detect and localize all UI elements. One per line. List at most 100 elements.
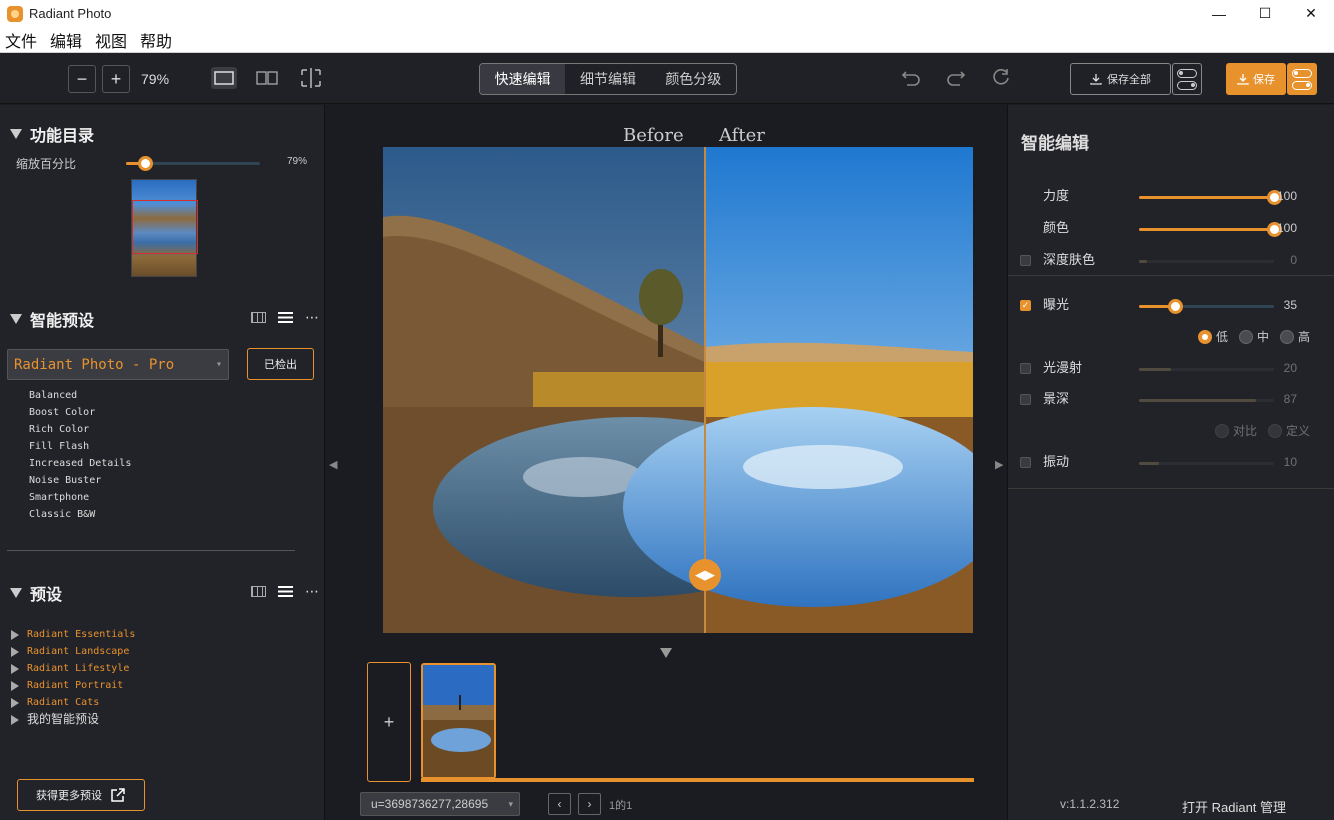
detect-button[interactable]: 已检出	[247, 348, 314, 380]
menu-edit[interactable]: 编辑	[50, 28, 82, 52]
zoom-out-button[interactable]: −	[68, 65, 96, 93]
prev-image-button[interactable]: ‹	[548, 793, 571, 815]
redo-icon[interactable]	[945, 66, 967, 88]
grid-view-icon[interactable]	[251, 312, 266, 323]
adjustment-slider[interactable]	[1139, 190, 1282, 205]
grid-view-icon[interactable]	[251, 586, 266, 597]
filmstrip-toggle-icon[interactable]	[660, 648, 672, 658]
zoom-in-button[interactable]: +	[102, 65, 130, 93]
desert-lake-photo	[383, 147, 973, 633]
save-all-label: 保存全部	[1107, 74, 1151, 86]
adjustment-slider[interactable]	[1139, 299, 1274, 314]
list-item[interactable]: Increased Details	[29, 455, 131, 472]
list-item[interactable]: Rich Color	[29, 421, 131, 438]
radio-label: 定义	[1286, 424, 1311, 438]
minimize-button[interactable]: —	[1196, 0, 1242, 27]
folder-radiant-portrait[interactable]: Radiant Portrait	[11, 677, 135, 694]
folder-radiant-lifestyle[interactable]: Radiant Lifestyle	[11, 660, 135, 677]
radio-icon	[1239, 329, 1253, 344]
exposure-low-radio[interactable]: 低	[1198, 328, 1228, 345]
zoom-percent-slider[interactable]	[126, 156, 260, 171]
filmstrip-scrollbar[interactable]	[421, 778, 974, 782]
adjustment-slider[interactable]	[1139, 260, 1274, 263]
filmstrip-thumbnail[interactable]	[421, 663, 496, 779]
adjustment-slider[interactable]	[1139, 368, 1274, 371]
slider-fill	[1139, 228, 1274, 231]
before-after-slider-icon[interactable]	[298, 67, 324, 89]
catalog-section-header[interactable]: 功能目录	[10, 122, 94, 146]
list-item[interactable]: Balanced	[29, 387, 131, 404]
get-more-presets-button[interactable]: 获得更多预设	[17, 779, 145, 811]
collapse-left-panel-icon[interactable]: ◀	[329, 458, 337, 471]
next-image-button[interactable]: ›	[578, 793, 601, 815]
list-item[interactable]: Boost Color	[29, 404, 131, 421]
navigator-viewport-frame[interactable]	[132, 200, 198, 254]
save-all-options-toggle-icon[interactable]	[1172, 63, 1202, 95]
zoom-percent-value: 79%	[287, 156, 308, 167]
center-canvas: ◀ ▶ Before After ◀▶ + u=3698736277,28695…	[326, 105, 1006, 820]
download-icon	[1237, 74, 1249, 85]
slider-value: 20	[1283, 361, 1297, 375]
tab-detail-edit[interactable]: 细节编辑	[565, 64, 650, 94]
navigator-thumbnail[interactable]	[131, 179, 198, 277]
folder-label: Radiant Portrait	[27, 680, 124, 691]
list-view-icon[interactable]	[278, 586, 293, 597]
enable-checkbox[interactable]	[1020, 363, 1031, 374]
folder-radiant-essentials[interactable]: Radiant Essentials	[11, 626, 135, 643]
slider-knob[interactable]	[137, 156, 153, 171]
list-item[interactable]: Smartphone	[29, 489, 131, 506]
image-selector-dropdown[interactable]: u=3698736277,28695	[360, 792, 520, 816]
enable-checkbox[interactable]	[1020, 457, 1031, 468]
list-view-icon[interactable]	[278, 312, 293, 323]
depth-contrast-radio[interactable]: 对比	[1215, 422, 1257, 439]
slider-knob[interactable]	[1168, 299, 1184, 314]
more-options-icon[interactable]: ⋯	[305, 309, 319, 326]
exposure-high-radio[interactable]: 高	[1280, 328, 1310, 345]
folder-radiant-cats[interactable]: Radiant Cats	[11, 694, 135, 711]
folder-my-smart-presets[interactable]: 我的智能预设	[11, 711, 135, 728]
enable-checkbox[interactable]	[1020, 394, 1031, 405]
list-item[interactable]: Noise Buster	[29, 472, 131, 489]
folder-radiant-landscape[interactable]: Radiant Landscape	[11, 643, 135, 660]
menu-file[interactable]: 文件	[5, 28, 37, 52]
list-item[interactable]: Classic B&W	[29, 506, 131, 523]
maximize-button[interactable]: ☐	[1242, 0, 1288, 27]
compare-split-handle-icon[interactable]: ◀▶	[689, 559, 721, 591]
save-options-toggle-icon[interactable]	[1287, 63, 1317, 95]
save-all-button[interactable]: 保存全部	[1070, 63, 1171, 95]
slider-label: 振动	[1043, 454, 1070, 469]
tab-quick-edit[interactable]: 快速编辑	[480, 64, 566, 94]
tab-color-grading[interactable]: 颜色分级	[651, 64, 736, 94]
open-radiant-manager-link[interactable]: 打开 Radiant 管理	[1182, 797, 1286, 816]
save-button[interactable]: 保存	[1226, 63, 1286, 95]
single-view-icon[interactable]	[211, 67, 237, 89]
slider-fill	[1139, 260, 1148, 263]
photo-preview[interactable]: ◀▶	[383, 147, 973, 633]
adjustment-slider[interactable]	[1139, 222, 1282, 237]
radio-label: 中	[1257, 330, 1270, 344]
menu-help[interactable]: 帮助	[140, 28, 172, 52]
split-view-icon[interactable]	[254, 67, 280, 89]
presets-title: 预设	[30, 587, 63, 604]
slider-value: 35	[1283, 298, 1297, 312]
radio-icon	[1198, 329, 1212, 344]
enable-checkbox[interactable]: ✓	[1020, 300, 1031, 311]
preset-pack-dropdown[interactable]: Radiant Photo - Pro	[7, 349, 229, 380]
folder-label: 我的智能预设	[27, 712, 100, 726]
reset-icon[interactable]	[990, 66, 1012, 88]
close-button[interactable]: ✕	[1288, 0, 1334, 27]
smart-presets-header[interactable]: 智能预设	[10, 307, 94, 331]
enable-checkbox[interactable]	[1020, 255, 1031, 266]
exposure-mid-radio[interactable]: 中	[1239, 328, 1269, 345]
menu-view[interactable]: 视图	[95, 28, 127, 52]
collapse-right-panel-icon[interactable]: ▶	[995, 458, 1003, 471]
list-item[interactable]: Fill Flash	[29, 438, 131, 455]
adjustment-slider[interactable]	[1139, 462, 1274, 465]
external-link-icon	[111, 788, 125, 802]
depth-definition-radio[interactable]: 定义	[1268, 422, 1310, 439]
undo-icon[interactable]	[900, 66, 922, 88]
presets-header[interactable]: 预设	[10, 581, 62, 605]
more-options-icon[interactable]: ⋯	[305, 583, 319, 600]
add-image-button[interactable]: +	[367, 662, 411, 782]
adjustment-slider[interactable]	[1139, 399, 1274, 402]
